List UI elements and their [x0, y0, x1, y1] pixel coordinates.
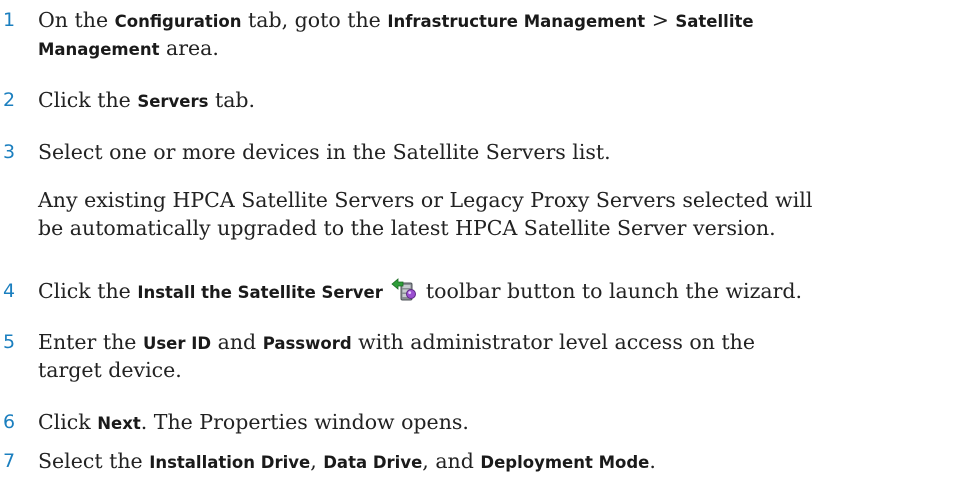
ui-term-configuration: Configuration [114, 12, 242, 31]
step-text: Click the Servers tab. [38, 88, 256, 112]
step-number: 4 [3, 280, 16, 302]
step-number: 3 [3, 141, 16, 163]
ui-term-password: Password [262, 334, 352, 353]
procedure-document: 1 On the Configuration tab, goto the Inf… [0, 0, 978, 478]
ui-term-install-the-satellite-server: Install the Satellite Server [137, 283, 383, 302]
step-text: Select one or more devices in the Satell… [38, 140, 611, 164]
step-text: Select the Installation Drive, Data Driv… [38, 449, 656, 473]
ui-term-next: Next [97, 414, 141, 433]
ui-term-data-drive: Data Drive [323, 453, 423, 472]
ui-term-servers: Servers [137, 92, 209, 111]
step-number: 2 [3, 89, 16, 111]
step-text: On the Configuration tab, goto the Infra… [38, 8, 754, 60]
ui-term-satellite-management: Satellite [675, 12, 754, 31]
step-number: 5 [3, 331, 16, 353]
step-text: Click the Install the Satellite Server t… [38, 278, 803, 303]
ui-term-satellite-management-cont: Management [38, 40, 160, 59]
step-number: 6 [3, 411, 16, 433]
step-text: Enter the User ID and Password with admi… [38, 330, 755, 382]
ui-term-user-id: User ID [142, 334, 212, 353]
ui-term-infrastructure-management: Infrastructure Management [387, 12, 646, 31]
install-satellite-server-icon [391, 278, 417, 302]
ui-term-installation-drive: Installation Drive [149, 453, 311, 472]
step-text: Click Next. The Properties window opens. [38, 410, 469, 434]
step-number: 7 [3, 450, 16, 472]
step-3-note: Any existing HPCA Satellite Servers or L… [38, 188, 813, 240]
step-number: 1 [3, 9, 16, 31]
ui-term-deployment-mode: Deployment Mode [480, 453, 650, 472]
